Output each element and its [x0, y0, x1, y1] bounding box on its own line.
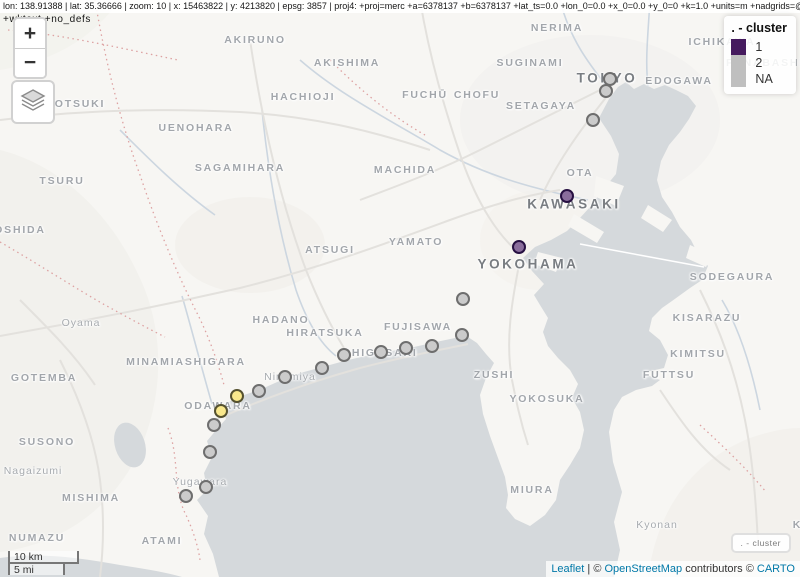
attribution-bar: Leaflet | © OpenStreetMap contributors ©… [546, 561, 800, 577]
scale-bar: 10 km 5 mi [8, 551, 79, 575]
legend-row-1: 1 [731, 39, 787, 55]
cluster-point-NA[interactable] [599, 84, 613, 98]
legend-row-2: 2 [731, 55, 787, 71]
zoom-control: + − [13, 17, 47, 79]
map-viewport[interactable]: NERIMAAKIRUNOICHIKAWAAKISHIMASUGINAMIFUN… [0, 0, 800, 577]
legend-swatch-2 [731, 55, 746, 71]
cluster-point-NA[interactable] [199, 480, 213, 494]
legend-swatch-na [731, 71, 746, 87]
legend-item-label: NA [755, 71, 772, 87]
leaflet-link[interactable]: Leaflet [551, 563, 584, 575]
attribution-sep: | © [584, 563, 604, 575]
zoom-in-button[interactable]: + [15, 19, 45, 48]
cluster-point-NA[interactable] [455, 328, 469, 342]
cluster-point-NA[interactable] [586, 113, 600, 127]
cluster-point-NA[interactable] [207, 418, 221, 432]
attribution-contributors: contributors © [682, 563, 757, 575]
cluster-point-NA[interactable] [252, 384, 266, 398]
legend-row-na: NA [731, 71, 787, 87]
cluster-point-NA[interactable] [425, 339, 439, 353]
cluster-point-2[interactable] [214, 404, 228, 418]
legend-item-label: 1 [755, 39, 762, 55]
legend-swatch-1 [731, 39, 746, 55]
cluster-layer-toggle-button[interactable]: . - cluster [731, 533, 791, 553]
cluster-point-NA[interactable] [203, 445, 217, 459]
coordinate-info-line1: lon: 138.91388 | lat: 35.36666 | zoom: 1… [0, 0, 800, 13]
coordinate-info-bar: lon: 138.91388 | lat: 35.36666 | zoom: 1… [0, 0, 800, 26]
cluster-point-NA[interactable] [337, 348, 351, 362]
cluster-legend: . - cluster 12NA [724, 16, 796, 94]
cluster-point-2[interactable] [230, 389, 244, 403]
cluster-point-NA[interactable] [374, 345, 388, 359]
legend-rows: 12NA [731, 39, 787, 87]
cluster-point-NA[interactable] [456, 292, 470, 306]
cluster-point-NA[interactable] [179, 489, 193, 503]
cluster-point-NA[interactable] [278, 370, 292, 384]
zoom-out-button[interactable]: − [15, 48, 45, 77]
cluster-point-1[interactable] [560, 189, 574, 203]
layers-control-button[interactable] [11, 80, 55, 124]
layers-icon [20, 87, 46, 118]
legend-item-label: 2 [755, 55, 762, 71]
cluster-point-NA[interactable] [399, 341, 413, 355]
map-points-layer [0, 0, 800, 577]
cluster-point-1[interactable] [512, 240, 526, 254]
cluster-point-NA[interactable] [315, 361, 329, 375]
openstreetmap-link[interactable]: OpenStreetMap [604, 563, 682, 575]
carto-link[interactable]: CARTO [757, 563, 795, 575]
legend-title: . - cluster [731, 21, 787, 35]
